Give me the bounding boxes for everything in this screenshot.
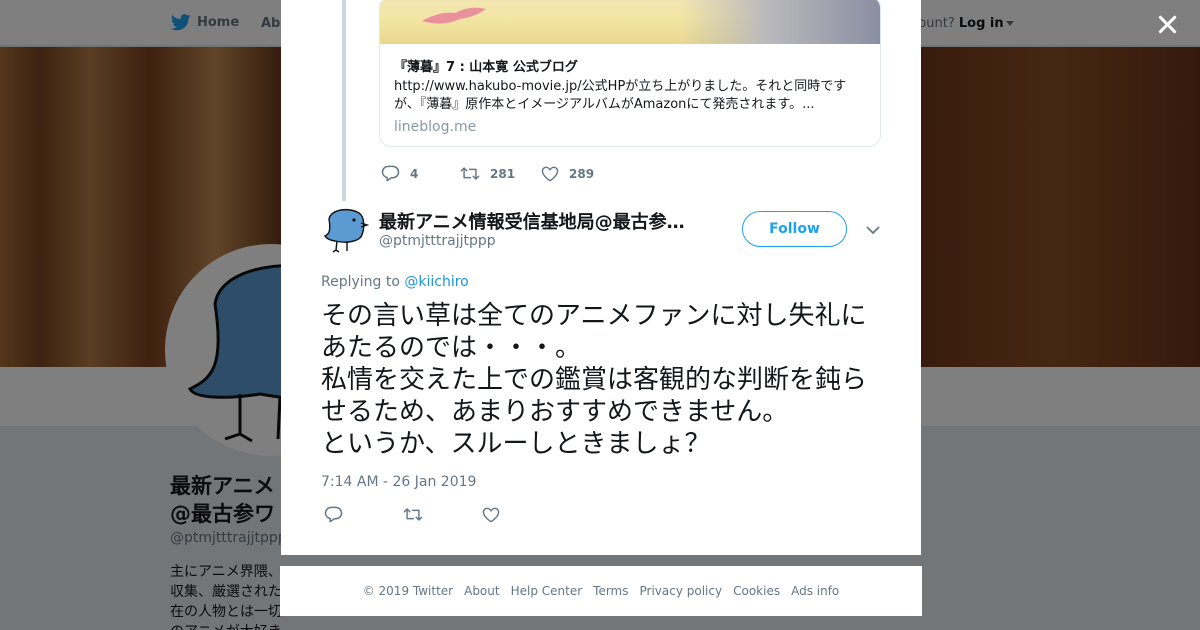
card-image xyxy=(380,0,880,44)
tweet-retweet-button[interactable] xyxy=(403,506,482,523)
like-count: 289 xyxy=(569,166,595,181)
tweet-modal: 『薄暮』7 : 山本寛 公式ブログ http://www.hakubo-movi… xyxy=(281,0,921,555)
chevron-down-icon[interactable] xyxy=(865,222,881,238)
replying-to: Replying to @kiichiro xyxy=(321,274,469,290)
modal-footer: © 2019 Twitter About Help Center Terms P… xyxy=(280,566,922,616)
reply-button[interactable]: 4 xyxy=(381,165,460,182)
close-icon[interactable] xyxy=(1154,12,1180,38)
sakura-petals-icon xyxy=(422,7,486,24)
card-image-sky xyxy=(680,0,880,44)
replying-prefix: Replying to xyxy=(321,274,400,290)
card-title: 『薄暮』7 : 山本寛 公式ブログ xyxy=(394,60,578,75)
parent-tweet-actions: 4 281 289 xyxy=(381,165,594,182)
link-preview-card[interactable]: 『薄暮』7 : 山本寛 公式ブログ http://www.hakubo-movi… xyxy=(379,0,881,147)
tweet-timestamp[interactable]: 7:14 AM - 26 Jan 2019 xyxy=(321,474,476,490)
reply-icon xyxy=(381,165,400,182)
retweet-icon xyxy=(460,167,480,180)
replying-to-link[interactable]: @kiichiro xyxy=(404,274,468,290)
footer-copyright: © 2019 Twitter xyxy=(362,584,454,598)
footer-terms-link[interactable]: Terms xyxy=(593,584,628,598)
tweet-actions xyxy=(324,506,500,523)
like-button[interactable]: 289 xyxy=(541,166,594,182)
footer-help-link[interactable]: Help Center xyxy=(511,584,583,598)
follow-button[interactable]: Follow xyxy=(742,211,847,247)
author-handle[interactable]: @ptmjtttrajjtppp xyxy=(379,233,496,249)
retweet-count: 281 xyxy=(490,166,516,181)
like-icon xyxy=(482,507,500,522)
like-icon xyxy=(541,166,559,181)
reply-icon xyxy=(324,506,343,523)
card-domain: lineblog.me xyxy=(394,119,477,135)
author-avatar[interactable] xyxy=(321,205,369,253)
reply-count: 4 xyxy=(410,166,419,181)
footer-cookies-link[interactable]: Cookies xyxy=(733,584,780,598)
footer-privacy-link[interactable]: Privacy policy xyxy=(640,584,723,598)
tweet-text: その言い草は全てのアニメファンに対し失礼にあたるのでは・・・。 私情を交えた上で… xyxy=(321,301,868,459)
retweet-icon xyxy=(403,508,423,521)
footer-about-link[interactable]: About xyxy=(464,584,499,598)
tweet-like-button[interactable] xyxy=(482,507,500,523)
author-name[interactable]: 最新アニメ情報受信基地局@最古参… xyxy=(379,208,699,234)
thread-connector-line xyxy=(342,0,346,201)
card-description: http://www.hakubo-movie.jp/公式HPが立ち上がりました… xyxy=(394,79,847,112)
retweet-button[interactable]: 281 xyxy=(460,165,541,182)
tweet-reply-button[interactable] xyxy=(324,506,403,523)
footer-ads-link[interactable]: Ads info xyxy=(791,584,839,598)
